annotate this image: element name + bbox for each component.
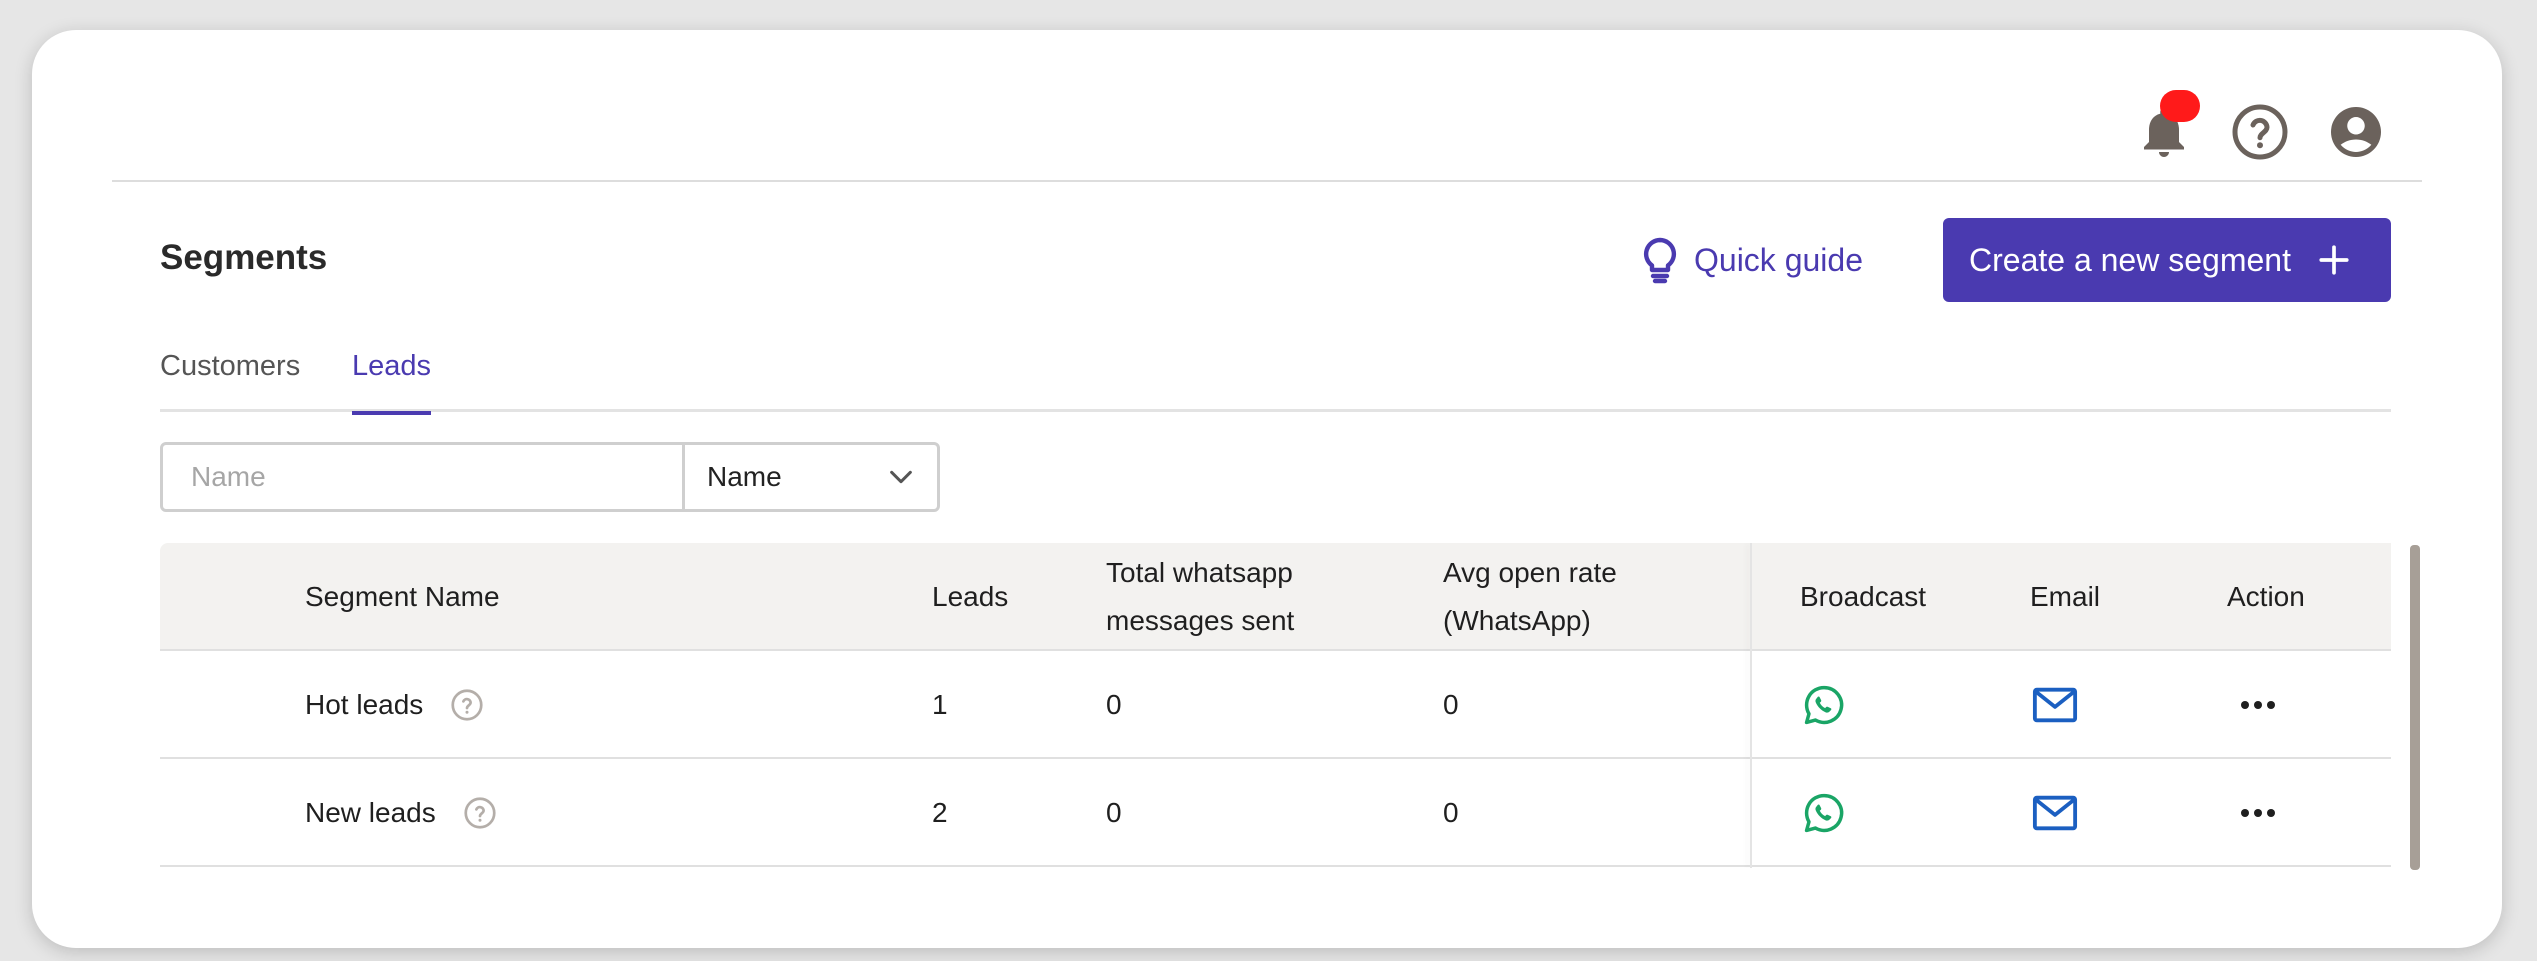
create-segment-button[interactable]: Create a new segment (1943, 218, 2391, 302)
sticky-header: Broadcast Email Action (1752, 543, 2391, 651)
col-segment-name: Segment Name (305, 581, 500, 612)
email-icon[interactable] (2032, 651, 2078, 759)
tab-leads[interactable]: Leads (352, 350, 432, 415)
segment-name: New leads (305, 797, 436, 828)
help-circle-icon[interactable] (2230, 102, 2290, 162)
filter-field-value: Name (707, 461, 782, 492)
segment-name: Hot leads (305, 689, 424, 720)
col-email: Email (2030, 581, 2101, 612)
quick-guide-link[interactable]: Quick guide (1640, 232, 1863, 288)
avg-open-rate-cell: 0 (1443, 797, 1459, 828)
app-window: Segments Quick guide Create a new segmen… (32, 30, 2502, 948)
plus-icon (2317, 243, 2351, 277)
filter-field-select[interactable]: Name (685, 445, 937, 509)
whatsapp-icon[interactable] (1802, 759, 1846, 867)
segment-name-cell: New leads (305, 759, 498, 867)
segment-filter: Name (160, 442, 940, 512)
col-leads: Leads (932, 581, 1009, 612)
tab-customers[interactable]: Customers (160, 350, 300, 412)
whatsapp-icon[interactable] (1802, 651, 1846, 759)
sticky-columns: Broadcast Email Action (1752, 543, 2391, 868)
col-whatsapp-sent-line1: Total whatsapp (1106, 557, 1293, 588)
whatsapp-sent-cell: 0 (1106, 797, 1122, 828)
leads-cell: 2 (932, 797, 948, 828)
help-circle-icon[interactable] (462, 795, 498, 831)
segments-table: Segment Name Leads Total whatsapp messag… (160, 543, 2391, 868)
create-segment-label: Create a new segment (1969, 241, 2291, 278)
more-horizontal-icon[interactable] (2240, 651, 2276, 759)
col-action: Action (2227, 581, 2305, 612)
leads-cell: 1 (932, 689, 948, 720)
email-icon[interactable] (2032, 759, 2078, 867)
page-title: Segments (160, 238, 328, 277)
account-circle-icon[interactable] (2326, 102, 2386, 162)
whatsapp-sent-cell: 0 (1106, 689, 1122, 720)
sticky-row (1752, 651, 2391, 759)
sticky-row (1752, 759, 2391, 867)
table-scrollbar[interactable] (2410, 545, 2420, 870)
notification-badge (2160, 90, 2200, 122)
chevron-down-icon (887, 463, 915, 491)
help-circle-icon[interactable] (449, 687, 485, 723)
col-avg-open-line1: Avg open rate (1443, 557, 1617, 588)
search-input[interactable] (163, 445, 685, 509)
segment-tabs: Customers Leads (160, 350, 2391, 415)
avg-open-rate-cell: 0 (1443, 689, 1459, 720)
more-horizontal-icon[interactable] (2240, 759, 2276, 867)
top-bar (112, 30, 2422, 182)
col-avg-open-line2: (WhatsApp) (1443, 605, 1591, 636)
col-broadcast: Broadcast (1800, 581, 1927, 612)
col-whatsapp-sent-line2: messages sent (1106, 605, 1295, 636)
segment-name-cell: Hot leads (305, 651, 485, 759)
quick-guide-label: Quick guide (1694, 241, 1863, 278)
lightbulb-icon (1640, 236, 1680, 284)
